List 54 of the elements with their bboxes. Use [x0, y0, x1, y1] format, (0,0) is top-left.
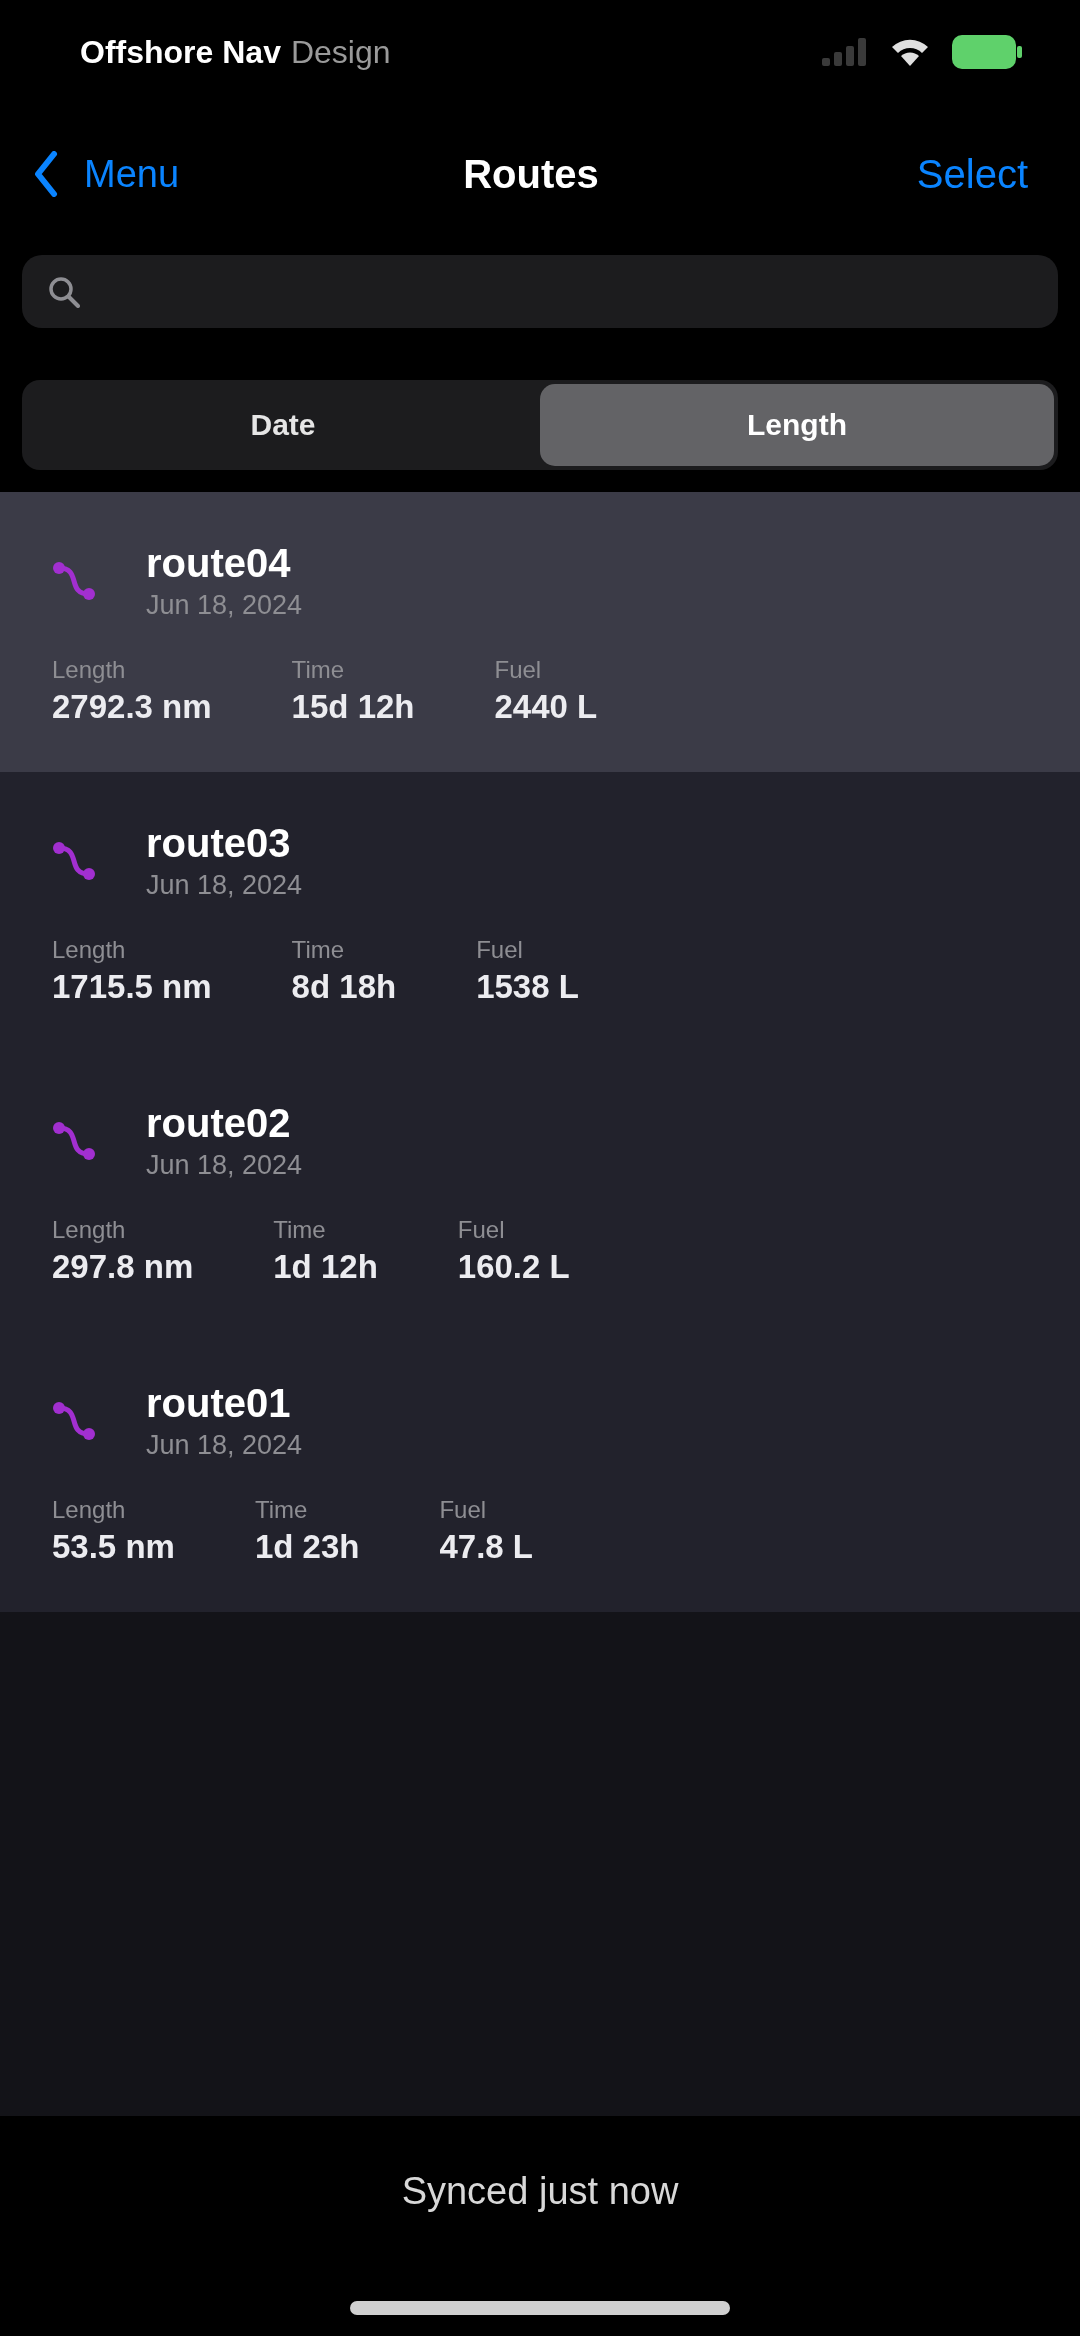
route-icon	[52, 561, 96, 601]
route-date: Jun 18, 2024	[146, 1149, 303, 1182]
screen-title: Routes	[463, 151, 599, 197]
route-icon	[52, 1121, 96, 1161]
sync-status: Synced just now	[401, 2170, 679, 2213]
stat-label: Length	[52, 655, 127, 685]
search-icon	[48, 275, 80, 308]
stat-label: Fuel	[457, 1215, 506, 1245]
stat-label: Fuel	[439, 1495, 488, 1525]
stat-value: 1715.5 nm	[52, 967, 212, 1007]
route-name: route01	[146, 1380, 292, 1427]
stat-value: 47.8 L	[439, 1527, 533, 1567]
route-name: route03	[146, 820, 292, 867]
stat-label: Fuel	[494, 655, 543, 685]
stat-label: Length	[52, 1215, 127, 1245]
search-field[interactable]	[22, 255, 1058, 328]
stat-label: Fuel	[476, 935, 524, 965]
route-row[interactable]: route02 Jun 18, 2024 Length 297.8 nm Time 1d 12h Fuel 160.2 L	[0, 1052, 1080, 1332]
signal-icon	[822, 38, 868, 66]
segment-tab[interactable]: Date	[26, 384, 540, 466]
stat-value: 160.2 L	[457, 1247, 570, 1287]
wifi-icon	[890, 37, 930, 67]
select-button[interactable]: Select	[916, 151, 1028, 197]
stat-value: 2440 L	[494, 687, 598, 727]
stat-value: 8d 18h	[291, 967, 397, 1007]
route-date: Jun 18, 2024	[146, 589, 303, 622]
stat-label: Time	[291, 935, 346, 965]
route-name: route04	[146, 540, 292, 587]
back-button[interactable]: Menu	[34, 151, 180, 197]
route-row[interactable]: route01 Jun 18, 2024 Length 53.5 nm Time 1d 23h Fuel 47.8 L	[0, 1332, 1080, 1612]
route-row[interactable]: route03 Jun 18, 2024 Length 1715.5 nm Time 8d 18h Fuel 1538 L	[0, 772, 1080, 1052]
stat-value: 15d 12h	[291, 687, 415, 727]
stat-label: Time	[254, 1495, 309, 1525]
stat-label: Time	[291, 655, 346, 685]
stat-label: Length	[52, 935, 127, 965]
route-date: Jun 18, 2024	[146, 1429, 303, 1462]
status-bar-sublabel: Design	[290, 33, 391, 71]
stat-label: Time	[273, 1215, 327, 1245]
route-icon	[52, 1401, 96, 1441]
stat-value: 53.5 nm	[52, 1527, 175, 1567]
stat-value: 1d 23h	[254, 1527, 360, 1567]
route-name: route02	[146, 1100, 292, 1147]
route-date: Jun 18, 2024	[146, 869, 303, 902]
battery-icon	[952, 35, 1022, 69]
status-bar-label: Offshore Nav	[80, 33, 281, 71]
stat-value: 297.8 nm	[52, 1247, 194, 1287]
stat-value: 1d 12h	[273, 1247, 378, 1287]
route-row[interactable]: route04 Jun 18, 2024 Length 2792.3 nm Time 15d 12h Fuel 2440 L	[0, 492, 1080, 772]
stat-value: 1538 L	[476, 967, 579, 1007]
chevron-left-icon	[34, 151, 58, 197]
stat-label: Length	[52, 1495, 127, 1525]
route-icon	[52, 841, 96, 881]
segment-tab[interactable]: Length	[540, 384, 1054, 466]
stat-value: 2792.3 nm	[52, 687, 212, 727]
